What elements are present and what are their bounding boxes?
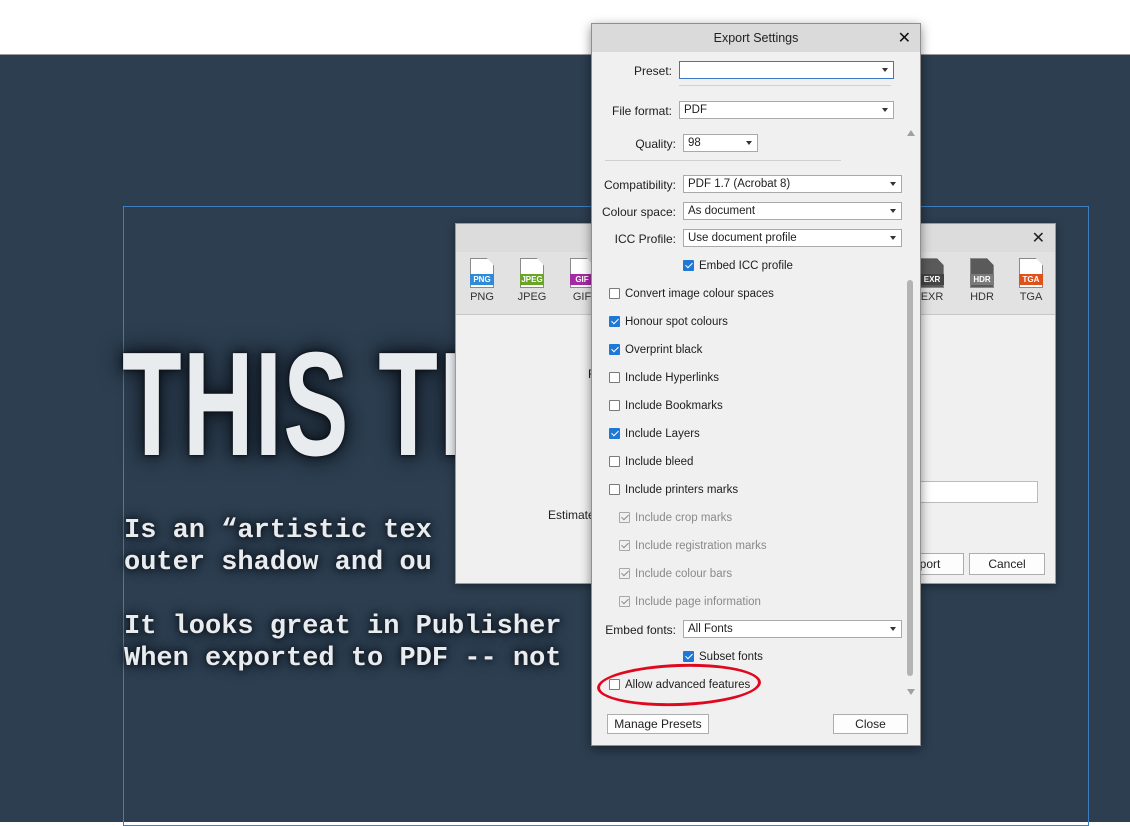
format-png[interactable]: PNG PNG (465, 258, 499, 303)
checkbox-checked-icon (683, 260, 694, 271)
icc-profile-select[interactable]: Use document profile (683, 229, 902, 247)
close-icon[interactable]: ✕ (1032, 228, 1045, 248)
format-label: EXR (920, 291, 944, 303)
embed-fonts-select[interactable]: All Fonts (683, 620, 902, 638)
format-jpeg[interactable]: JPEG JPEG (515, 258, 549, 303)
tga-file-icon: TGA (1019, 258, 1043, 288)
text-field[interactable] (920, 481, 1038, 503)
scrollbar-thumb[interactable] (907, 280, 913, 676)
export-settings-dialog: Export Settings ✕ Preset: File format: P… (591, 23, 921, 746)
chevron-down-icon (890, 236, 896, 240)
checkbox-icon (609, 372, 620, 383)
close-button[interactable]: Close (833, 714, 908, 734)
scrollbar[interactable] (906, 130, 915, 695)
file-format-label: File format: (611, 104, 672, 118)
checkbox-checked-icon (619, 568, 630, 579)
checkbox-icon (609, 400, 620, 411)
scroll-up-icon[interactable] (907, 130, 915, 136)
top-toolbar (0, 0, 1130, 55)
checkbox-checked-icon (609, 316, 620, 327)
body-text-line[interactable]: Is an “artistic tex (124, 515, 432, 547)
png-file-icon: PNG (470, 258, 494, 288)
chevron-down-icon (890, 182, 896, 186)
format-label: HDR (970, 291, 994, 303)
dialog-titlebar: Export Settings ✕ (592, 24, 920, 52)
icc-profile-label: ICC Profile: (614, 232, 676, 246)
file-format-select[interactable]: PDF (679, 101, 894, 119)
scroll-down-icon[interactable] (907, 689, 915, 695)
divider (679, 85, 891, 86)
checkbox-checked-icon (609, 428, 620, 439)
checkbox-checked-icon (619, 596, 630, 607)
format-hdr[interactable]: HDR HDR (965, 258, 999, 303)
colour-space-select[interactable]: As document (683, 202, 902, 220)
body-text-line[interactable]: When exported to PDF -- not (124, 643, 561, 675)
dialog-title: Export Settings (713, 31, 799, 45)
close-icon[interactable]: ✕ (898, 28, 911, 48)
compatibility-select[interactable]: PDF 1.7 (Acrobat 8) (683, 175, 902, 193)
preset-label: Preset: (633, 64, 672, 78)
chevron-down-icon (882, 68, 888, 72)
checkbox-icon (609, 484, 620, 495)
checkbox-icon (609, 679, 620, 690)
jpeg-file-icon: JPEG (520, 258, 544, 288)
format-tga[interactable]: TGA TGA (1014, 258, 1048, 303)
quality-select[interactable]: 98 (683, 134, 758, 152)
checkbox-icon (609, 456, 620, 467)
checkbox-icon (609, 288, 620, 299)
chevron-down-icon (890, 627, 896, 631)
chevron-down-icon (746, 141, 752, 145)
checkbox-checked-icon (609, 344, 620, 355)
hdr-file-icon: HDR (970, 258, 994, 288)
format-label: TGA (1019, 291, 1043, 303)
checkbox-checked-icon (619, 540, 630, 551)
compatibility-label: Compatibility: (603, 178, 676, 192)
body-text-line[interactable]: outer shadow and ou (124, 547, 432, 579)
manage-presets-button[interactable]: Manage Presets (607, 714, 709, 734)
checkbox-checked-icon (683, 651, 694, 662)
body-text-line[interactable]: It looks great in Publisher (124, 611, 561, 643)
embed-fonts-label: Embed fonts: (605, 623, 676, 637)
checkbox-checked-icon (619, 512, 630, 523)
artistic-headline-text[interactable]: THIS TI (122, 330, 468, 480)
preset-select[interactable] (679, 61, 894, 79)
format-label: GIF (572, 291, 592, 303)
chevron-down-icon (890, 209, 896, 213)
colour-space-label: Colour space: (601, 205, 676, 219)
chevron-down-icon (882, 108, 888, 112)
cancel-button[interactable]: Cancel (969, 553, 1045, 575)
format-label: PNG (470, 291, 494, 303)
quality-label: Quality: (635, 137, 676, 151)
format-label: JPEG (517, 291, 547, 303)
divider (605, 160, 841, 161)
exr-file-icon: EXR (920, 258, 944, 288)
